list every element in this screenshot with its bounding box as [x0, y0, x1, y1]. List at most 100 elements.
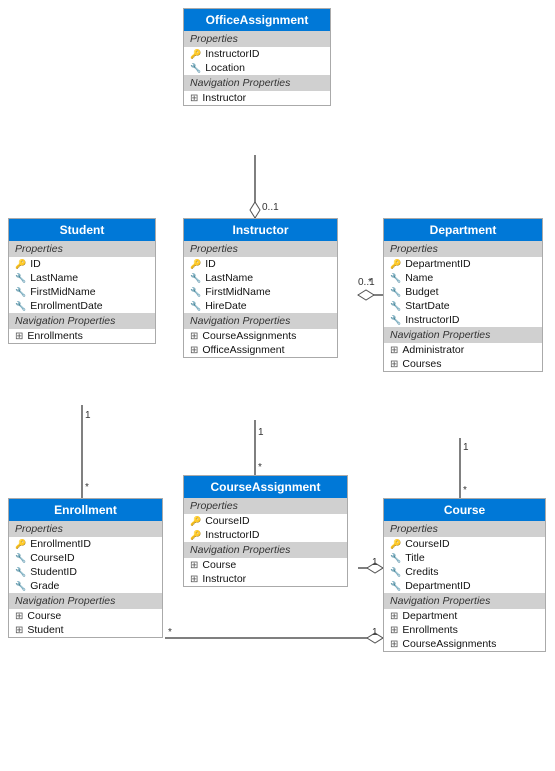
- wrench-icon: [15, 581, 26, 592]
- wrench-icon: [390, 301, 401, 312]
- prop-courseid: CourseID: [384, 537, 545, 551]
- course-props-label: Properties: [384, 521, 545, 537]
- svg-text:1: 1: [85, 410, 91, 421]
- department-header: Department: [384, 219, 542, 241]
- prop-courseid: CourseID: [9, 551, 162, 565]
- prop-instructorid: InstructorID: [184, 528, 347, 542]
- prop-departmentid: DepartmentID: [384, 579, 545, 593]
- instructor-nav-label: Navigation Properties: [184, 313, 337, 329]
- department-nav-label: Navigation Properties: [384, 327, 542, 343]
- nav-icon: [190, 574, 198, 585]
- nav-icon: [190, 93, 198, 104]
- nav-student: Student: [9, 623, 162, 637]
- wrench-icon: [190, 301, 201, 312]
- svg-text:0..1: 0..1: [358, 277, 375, 288]
- nav-instructor: Instructor: [184, 91, 330, 105]
- enrollment-props-label: Properties: [9, 521, 162, 537]
- nav-icon: [390, 611, 398, 622]
- courseassignment-title: CourseAssignment: [210, 480, 320, 494]
- prop-studentid: StudentID: [9, 565, 162, 579]
- key-icon: [390, 539, 401, 550]
- instructor-props-label: Properties: [184, 241, 337, 257]
- nav-icon: [15, 331, 23, 342]
- nav-icon: [390, 639, 398, 650]
- student-title: Student: [60, 223, 105, 237]
- wrench-icon: [390, 315, 401, 326]
- wrench-icon: [15, 553, 26, 564]
- key-icon: [190, 516, 201, 527]
- nav-icon: [390, 359, 398, 370]
- prop-firstmidname: FirstMidName: [184, 285, 337, 299]
- svg-text:0..1: 0..1: [262, 202, 279, 213]
- prop-id: ID: [184, 257, 337, 271]
- svg-text:*: *: [168, 627, 172, 638]
- key-icon: [390, 259, 401, 270]
- svg-text:1: 1: [463, 442, 469, 453]
- nav-courseassignments: CourseAssignments: [184, 329, 337, 343]
- nav-courses: Courses: [384, 357, 542, 371]
- enrollment-header: Enrollment: [9, 499, 162, 521]
- svg-text:1: 1: [372, 627, 378, 638]
- wrench-icon: [390, 581, 401, 592]
- officeassignment-props-label: Properties: [184, 31, 330, 47]
- course-title: Course: [444, 503, 485, 517]
- officeassignment-nav-label: Navigation Properties: [184, 75, 330, 91]
- nav-enrollments: Enrollments: [9, 329, 155, 343]
- prop-grade: Grade: [9, 579, 162, 593]
- nav-icon: [15, 625, 23, 636]
- svg-text:*: *: [85, 482, 89, 493]
- prop-hiredate: HireDate: [184, 299, 337, 313]
- entity-department: Department Properties DepartmentID Name …: [383, 218, 543, 372]
- nav-administrator: Administrator: [384, 343, 542, 357]
- courseassignment-header: CourseAssignment: [184, 476, 347, 498]
- prop-lastname: LastName: [184, 271, 337, 285]
- prop-lastname: LastName: [9, 271, 155, 285]
- nav-icon: [190, 345, 198, 356]
- wrench-icon: [390, 287, 401, 298]
- entity-student: Student Properties ID LastName FirstMidN…: [8, 218, 156, 344]
- student-header: Student: [9, 219, 155, 241]
- wrench-icon: [15, 287, 26, 298]
- entity-course: Course Properties CourseID Title Credits…: [383, 498, 546, 652]
- svg-text:*: *: [463, 485, 467, 496]
- prop-budget: Budget: [384, 285, 542, 299]
- prop-name: Name: [384, 271, 542, 285]
- student-nav-label: Navigation Properties: [9, 313, 155, 329]
- nav-courseassignments: CourseAssignments: [384, 637, 545, 651]
- nav-officeassignment: OfficeAssignment: [184, 343, 337, 357]
- prop-credits: Credits: [384, 565, 545, 579]
- student-props-label: Properties: [9, 241, 155, 257]
- prop-title: Title: [384, 551, 545, 565]
- wrench-icon: [390, 273, 401, 284]
- svg-text:*: *: [258, 462, 262, 473]
- key-icon: [190, 49, 201, 60]
- wrench-icon: [15, 273, 26, 284]
- nav-department: Department: [384, 609, 545, 623]
- instructor-header: Instructor: [184, 219, 337, 241]
- nav-icon: [15, 611, 23, 622]
- prop-enrollmentid: EnrollmentID: [9, 537, 162, 551]
- svg-text:*: *: [368, 277, 372, 288]
- entity-enrollment: Enrollment Properties EnrollmentID Cours…: [8, 498, 163, 638]
- entity-courseassignment: CourseAssignment Properties CourseID Ins…: [183, 475, 348, 587]
- course-nav-label: Navigation Properties: [384, 593, 545, 609]
- officeassignment-title: OfficeAssignment: [206, 13, 309, 27]
- wrench-icon: [15, 301, 26, 312]
- enrollment-nav-label: Navigation Properties: [9, 593, 162, 609]
- officeassignment-header: OfficeAssignment: [184, 9, 330, 31]
- key-icon: [15, 539, 26, 550]
- nav-icon: [190, 331, 198, 342]
- nav-icon: [190, 560, 198, 571]
- enrollment-title: Enrollment: [54, 503, 117, 517]
- course-header: Course: [384, 499, 545, 521]
- entity-instructor: Instructor Properties ID LastName FirstM…: [183, 218, 338, 358]
- wrench-icon: [390, 553, 401, 564]
- nav-enrollments: Enrollments: [384, 623, 545, 637]
- prop-location: Location: [184, 61, 330, 75]
- svg-text:1: 1: [372, 557, 378, 568]
- wrench-icon: [390, 567, 401, 578]
- department-props-label: Properties: [384, 241, 542, 257]
- instructor-title: Instructor: [232, 223, 288, 237]
- nav-icon: [390, 345, 398, 356]
- nav-icon: [390, 625, 398, 636]
